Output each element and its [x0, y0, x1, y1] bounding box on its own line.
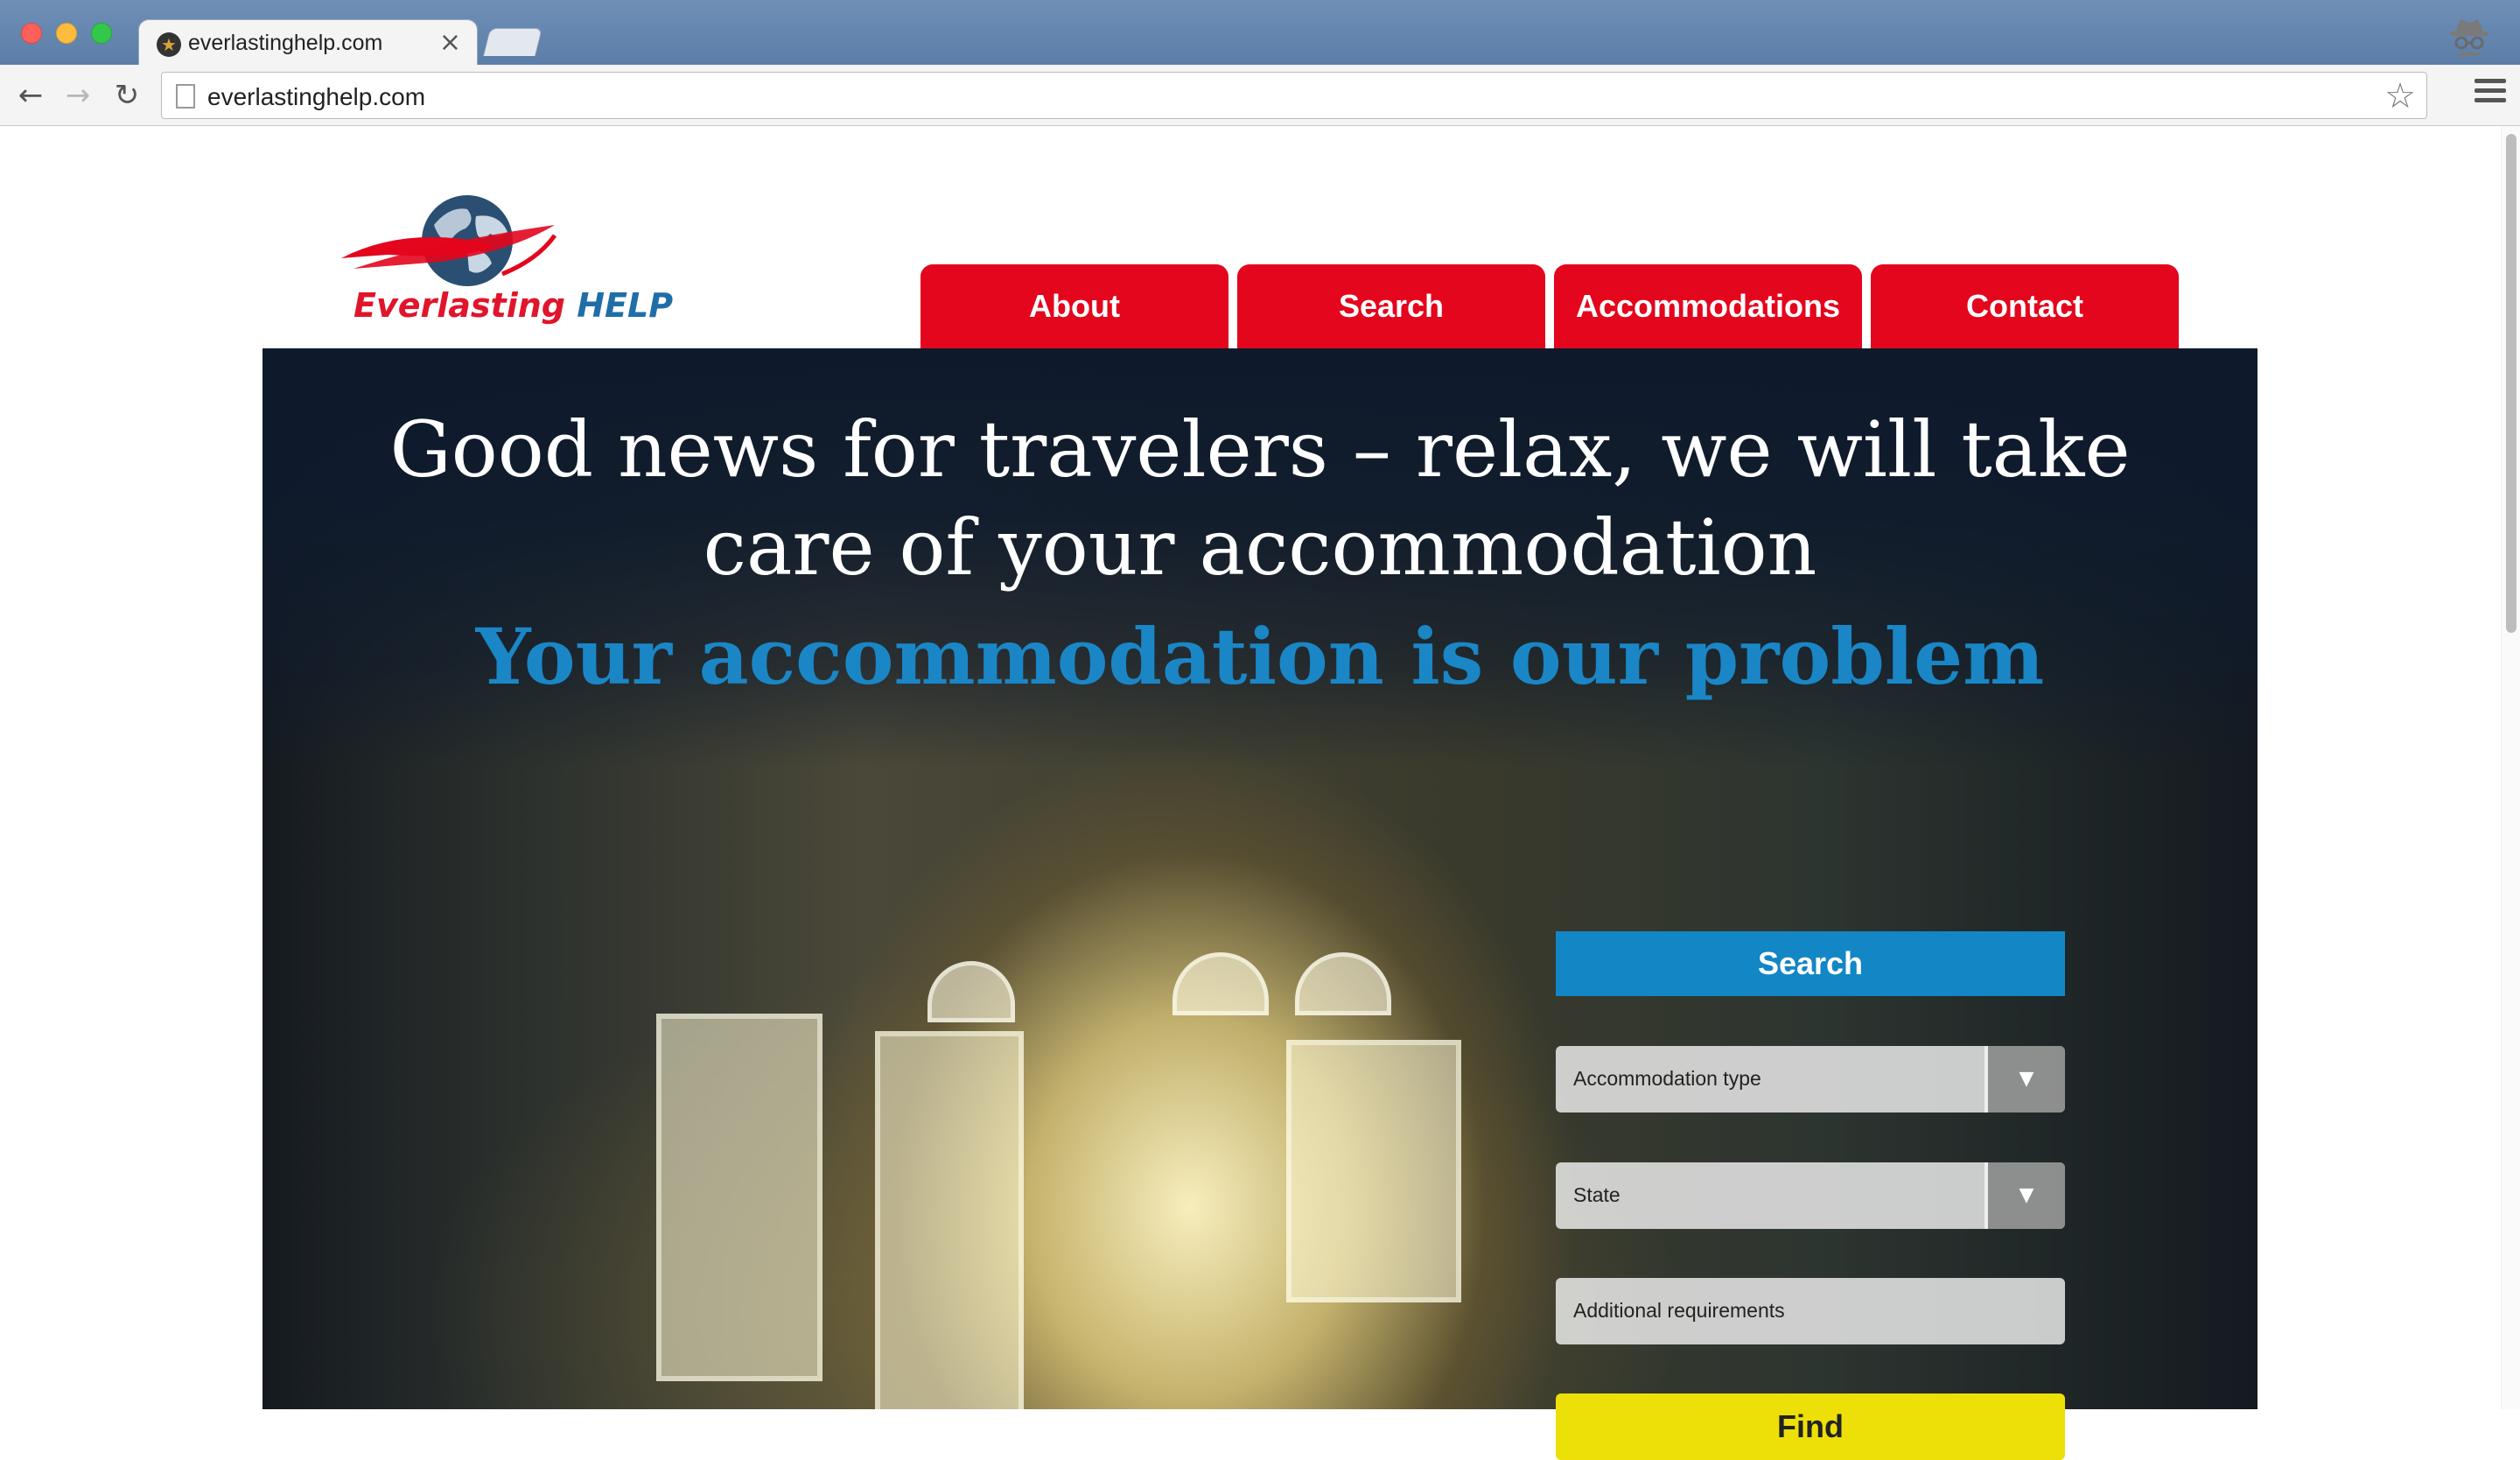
hero-title: Good news for travelers – relax, we will… [262, 401, 2258, 597]
browser-tab[interactable]: ★ everlastinghelp.com × [138, 19, 478, 67]
additional-requirements-placeholder: Additional requirements [1573, 1299, 1785, 1322]
hero-window-left [656, 1014, 822, 1381]
page-viewport: Everlasting HELP About Search Accommodat… [0, 127, 2520, 1460]
chevron-down-icon[interactable]: ▼ [1984, 1046, 2065, 1113]
browser-toolbar: ← → ↻ everlastinghelp.com ☆ [0, 65, 2520, 126]
url-text[interactable]: everlastinghelp.com [207, 83, 425, 111]
find-button[interactable]: Find [1556, 1393, 2065, 1460]
logo-word-everlasting: Everlasting [354, 286, 565, 325]
state-label: State [1573, 1183, 1620, 1206]
main-navigation: About Search Accommodations Contact [920, 264, 2179, 348]
hero-arch-1 [928, 961, 1015, 1022]
logo-word-help: HELP [577, 286, 674, 325]
hero-window-right [1286, 1040, 1461, 1302]
incognito-icon[interactable] [2446, 12, 2492, 58]
hero-subtitle: Your accommodation is our problem [475, 611, 2045, 702]
new-tab-button[interactable] [483, 28, 542, 56]
chevron-down-icon[interactable]: ▼ [1984, 1162, 2065, 1229]
nav-search[interactable]: Search [1237, 264, 1545, 348]
logo-text: Everlasting HELP [354, 286, 673, 325]
tab-close-icon[interactable]: × [439, 27, 461, 58]
search-form-header: Search [1556, 931, 2065, 996]
nav-about[interactable]: About [920, 264, 1228, 348]
hamburger-menu-icon[interactable] [2474, 79, 2506, 110]
nav-contact[interactable]: Contact [1871, 264, 2179, 348]
bookmark-star-icon[interactable]: ☆ [2384, 76, 2416, 116]
site-favicon-icon: ★ [157, 32, 181, 57]
close-window-button[interactable] [21, 23, 42, 44]
additional-requirements-input[interactable]: Additional requirements [1556, 1278, 2065, 1344]
search-form: Search Accommodation type ▼ State ▼ Addi… [1556, 931, 2065, 1460]
hero-title-line2: care of your accommodation [703, 502, 1817, 593]
maximize-window-button[interactable] [91, 23, 112, 44]
accommodation-type-select[interactable]: Accommodation type ▼ [1556, 1046, 2065, 1113]
hero-arch-3 [1295, 952, 1391, 1015]
page-icon [176, 84, 195, 109]
hero-title-line1: Good news for travelers – relax, we will… [389, 404, 2131, 495]
globe-logo-icon [341, 195, 557, 286]
forward-icon[interactable]: → [58, 75, 98, 116]
tab-title: everlastinghelp.com [188, 31, 383, 55]
minimize-window-button[interactable] [56, 23, 77, 44]
page-scrollbar[interactable] [2501, 127, 2520, 1409]
hero-arch-2 [1172, 952, 1269, 1015]
site-logo[interactable]: Everlasting HELP [336, 190, 673, 339]
address-bar[interactable]: everlastinghelp.com ☆ [161, 72, 2427, 119]
nav-accommodations[interactable]: Accommodations [1554, 264, 1862, 348]
scrollbar-thumb[interactable] [2506, 134, 2516, 633]
accommodation-type-label: Accommodation type [1573, 1067, 1761, 1090]
browser-titlebar: ★ everlastinghelp.com × [0, 0, 2520, 67]
back-icon[interactable]: ← [10, 75, 51, 116]
state-select[interactable]: State ▼ [1556, 1162, 2065, 1229]
reload-icon[interactable]: ↻ [107, 75, 147, 116]
hero-window-center [875, 1031, 1024, 1409]
